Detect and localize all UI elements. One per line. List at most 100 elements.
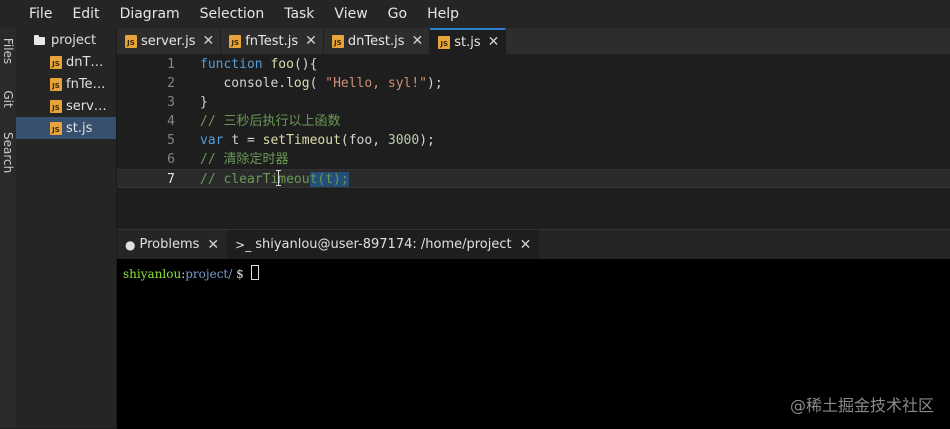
line-number: 1 (167, 57, 175, 72)
js-file-icon: JS (50, 77, 62, 91)
close-icon[interactable]: ✕ (488, 34, 500, 50)
terminal-path: project/ (185, 267, 233, 281)
folder-icon (34, 35, 45, 45)
tab-label: fnTest.js (245, 33, 299, 49)
js-file-icon: JS (125, 34, 137, 48)
tab-terminal[interactable]: >_ shiyanlou@user-897174: /home/project … (227, 230, 540, 259)
code-token: foo (270, 57, 294, 72)
code-token: t(t); (309, 172, 349, 187)
code-line[interactable]: 7 // clearTimeout(t); (117, 169, 950, 188)
tab-label: Problems (139, 237, 200, 252)
close-icon[interactable]: ✕ (202, 33, 214, 49)
code-line[interactable]: 4 // 三秒后执行以上函数 (117, 112, 950, 131)
js-file-icon: JS (50, 121, 62, 135)
tree-item-server[interactable]: JS serv… (16, 95, 116, 117)
code-token: // 三秒后执行以上函数 (200, 114, 341, 129)
code-line[interactable]: 2 console.log( "Hello, syl!"); (117, 74, 950, 93)
code-token: log (286, 76, 310, 91)
code-token: "Hello, syl!" (325, 76, 427, 91)
activity-tab-search[interactable]: Search (1, 132, 15, 173)
activity-bar: Files Git Search (0, 28, 16, 428)
terminal-icon: >_ (235, 237, 252, 252)
tree-root-label: project (51, 32, 97, 48)
js-file-icon: JS (229, 34, 242, 48)
watermark: @稀土掘金技术社区 (789, 396, 934, 415)
terminal-cursor (250, 265, 259, 280)
js-file-icon: JS (50, 99, 62, 113)
tab-problems[interactable]: ● Problems ✕ (117, 230, 227, 259)
code-token: console (200, 76, 279, 91)
line-number: 3 (167, 95, 175, 110)
code-text: // 三秒后执行以上函数 (200, 112, 340, 131)
close-icon[interactable]: ✕ (520, 237, 532, 253)
activity-tab-files[interactable]: Files (1, 31, 15, 71)
code-token: // 清除定时器 (200, 152, 289, 167)
code-text: // 清除定时器 (200, 150, 288, 169)
code-token: (foo, (340, 133, 388, 148)
code-token: ); (427, 76, 443, 91)
editor-tabs: JS server.js ✕ JS fnTest.js ✕ JS dnTest.… (117, 28, 950, 54)
file-explorer: project JS dnT… JS fnTe… JS serv… JS st.… (16, 28, 117, 428)
js-file-icon: JS (438, 35, 451, 49)
panel-tabs: ● Problems ✕ >_ shiyanlou@user-897174: /… (117, 230, 950, 259)
code-text: // clearTimeout(t); (200, 170, 349, 189)
code-text: console.log( "Hello, syl!"); (200, 74, 443, 93)
tab-server-js[interactable]: JS server.js ✕ (117, 28, 222, 54)
tree-item-label: serv… (66, 98, 107, 114)
code-token: function (200, 57, 271, 72)
code-token: . (278, 76, 287, 91)
line-number: 7 (167, 172, 175, 187)
tree-item-fntest[interactable]: JS fnTe… (16, 73, 116, 95)
terminal-prompt-line: shiyanlou:project/ $ (123, 265, 259, 281)
tree-item-label: dnT… (66, 54, 104, 70)
line-number: 5 (167, 133, 175, 148)
code-token: 3000 (387, 133, 420, 148)
close-icon[interactable]: ✕ (207, 237, 219, 253)
code-line[interactable]: 6 // 清除定时器 (117, 150, 950, 169)
menu-task[interactable]: Task (274, 0, 324, 28)
activity-tab-git[interactable]: Git (1, 79, 15, 119)
code-token: (){ (293, 57, 318, 72)
close-icon[interactable]: ✕ (305, 33, 317, 49)
js-file-icon: JS (331, 34, 344, 48)
js-file-icon: JS (50, 55, 62, 69)
menu-help[interactable]: Help (417, 0, 469, 28)
code-line[interactable]: 1 function foo(){ (117, 55, 950, 74)
tab-dntest-js[interactable]: JS dnTest.js ✕ (323, 28, 431, 54)
menu-diagram[interactable]: Diagram (110, 0, 190, 28)
line-number: 2 (167, 76, 175, 91)
code-text: var t = setTimeout(foo, 3000); (200, 131, 435, 150)
tab-label: dnTest.js (347, 33, 405, 49)
menu-selection[interactable]: Selection (190, 0, 275, 28)
tree-item-st[interactable]: JS st.js (16, 117, 116, 139)
line-number: 6 (167, 152, 175, 167)
tab-label: shiyanlou@user-897174: /home/project (255, 237, 512, 252)
code-line[interactable]: 5 var t = setTimeout(foo, 3000); (117, 131, 950, 150)
tree-item-dntest[interactable]: JS dnT… (16, 51, 116, 73)
code-token: ( (309, 76, 326, 91)
line-number: 4 (167, 114, 175, 129)
code-token: setTimeout (262, 133, 341, 148)
menu-go[interactable]: Go (378, 0, 417, 28)
tab-label: server.js (141, 33, 196, 49)
code-editor[interactable]: 7 // clearTimeout(t); 6 // 清除定时器 5 var t = se… (117, 54, 950, 229)
menu-file[interactable]: File (19, 0, 62, 28)
tab-label: st.js (454, 34, 481, 50)
tree-item-label: fnTe… (66, 76, 106, 92)
code-token: } (200, 95, 208, 110)
menu-view[interactable]: View (324, 0, 377, 28)
menu-edit[interactable]: Edit (62, 0, 109, 28)
problems-icon: ● (125, 237, 136, 252)
terminal-prompt: $ (232, 267, 248, 281)
code-token: t = (231, 133, 263, 148)
text-cursor-icon (276, 170, 282, 186)
code-token: // clearTimeou (200, 172, 310, 187)
code-line[interactable]: 3} (117, 93, 950, 112)
tab-st-js[interactable]: JS st.js ✕ (430, 28, 507, 54)
menu-bar: File Edit Diagram Selection Task View Go… (0, 0, 950, 28)
tree-root-folder[interactable]: project (16, 29, 116, 51)
code-text: function foo(){ (200, 55, 317, 74)
terminal-user: shiyanlou (123, 267, 182, 281)
tab-fntest-js[interactable]: JS fnTest.js ✕ (221, 28, 324, 54)
close-icon[interactable]: ✕ (412, 33, 424, 49)
